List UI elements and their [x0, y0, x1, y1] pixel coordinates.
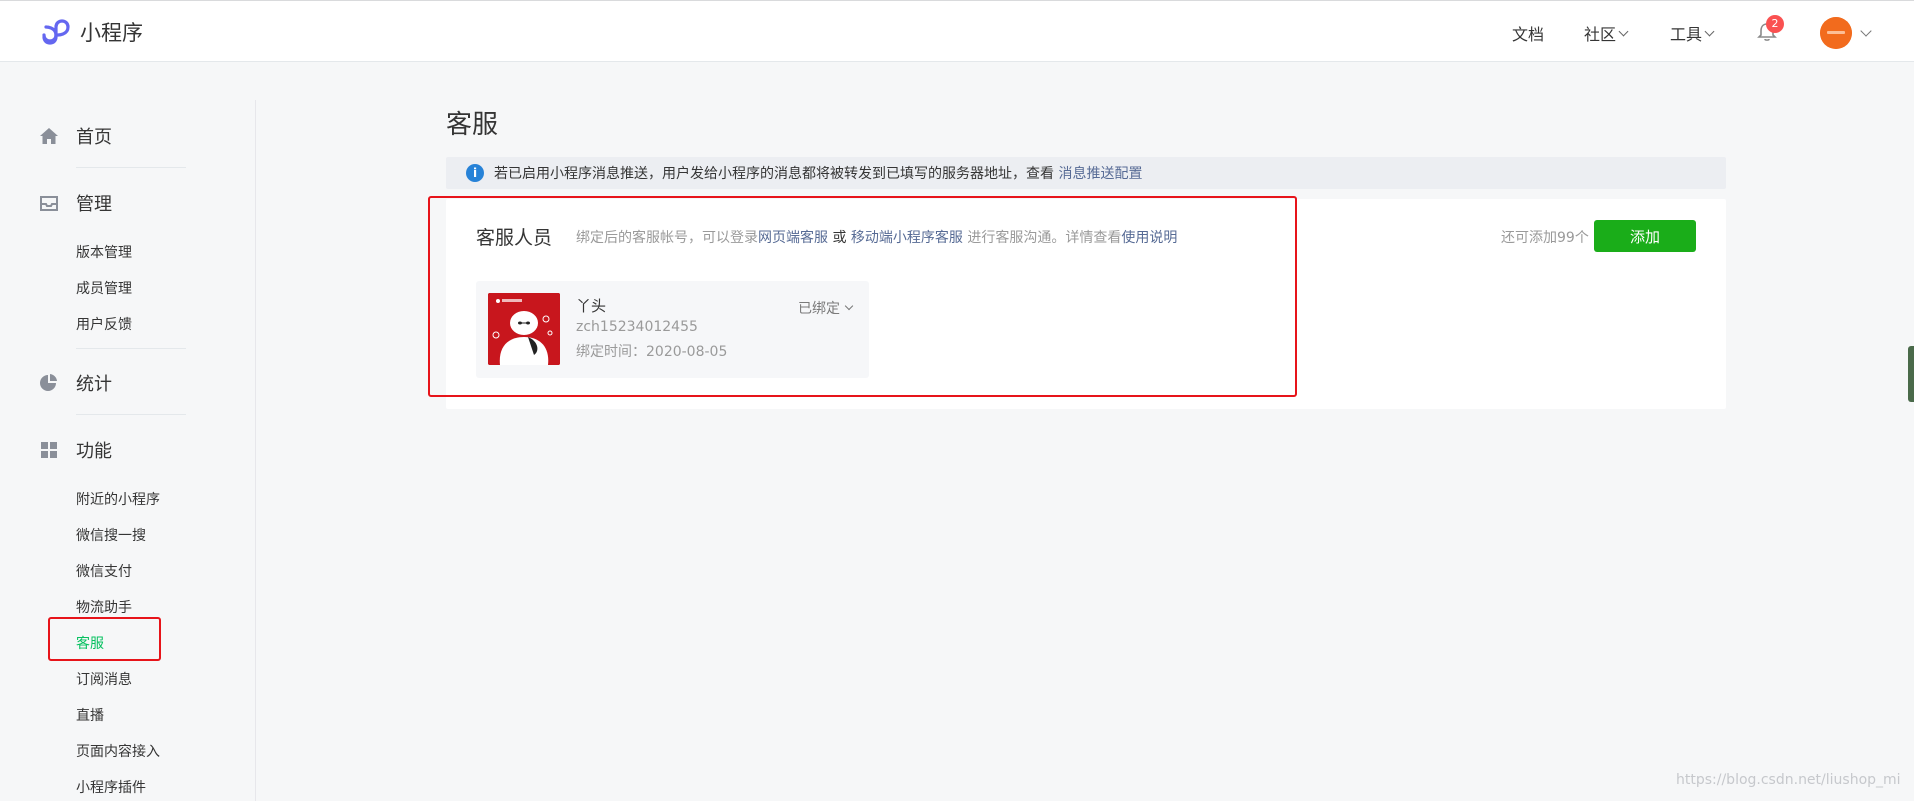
remaining-count: 还可添加99个 [1501, 230, 1589, 246]
sidebar-item-members[interactable]: 成员管理 [76, 278, 132, 298]
watermark: https://blog.csdn.net/liushop_mi [1676, 772, 1901, 788]
logo-text: 小程序 [80, 21, 143, 45]
notice-message: 若已启用小程序消息推送，用户发给小程序的消息都将被转发到已填写的服务器地址，查看 [494, 166, 1059, 182]
sidebar-item-version[interactable]: 版本管理 [76, 242, 132, 262]
nav-community[interactable]: 社区 [1584, 21, 1629, 45]
miniprogram-logo-icon [42, 19, 70, 45]
chevron-down-icon[interactable] [1860, 25, 1872, 37]
sidebar-item-stats[interactable]: 统计 [38, 370, 112, 396]
notice-text: 若已启用小程序消息推送，用户发给小程序的消息都将被转发到已填写的服务器地址，查看… [494, 163, 1142, 183]
nav-docs-label: 文档 [1512, 25, 1545, 44]
notification-badge: 2 [1766, 15, 1784, 33]
nav-community-label: 社区 [1584, 25, 1617, 44]
sidebar-item-live[interactable]: 直播 [76, 705, 104, 725]
sidebar-home-label: 首页 [76, 127, 112, 148]
nav-tools[interactable]: 工具 [1670, 21, 1715, 45]
info-icon: i [466, 164, 484, 182]
chevron-down-icon [1618, 26, 1629, 36]
logo[interactable]: 小程序 [38, 15, 143, 49]
notice-bar: i 若已启用小程序消息推送，用户发给小程序的消息都将被转发到已填写的服务器地址，… [446, 157, 1726, 189]
sidebar-item-subscribe[interactable]: 订阅消息 [76, 669, 132, 689]
sidebar-divider [76, 414, 186, 415]
sidebar-item-search[interactable]: 微信搜一搜 [76, 525, 146, 545]
sidebar-item-pay[interactable]: 微信支付 [76, 561, 132, 581]
page-title: 客服 [446, 110, 499, 140]
avatar[interactable] [1820, 17, 1852, 49]
highlight-box-sidebar [48, 617, 161, 661]
add-button[interactable]: 添加 [1594, 220, 1696, 252]
sidebar-item-logistics[interactable]: 物流助手 [76, 597, 132, 617]
sidebar-item-manage[interactable]: 管理 [38, 190, 112, 216]
inbox-icon [38, 192, 60, 214]
sidebar-divider [76, 348, 186, 349]
grid-icon [38, 439, 60, 461]
sidebar-item-nearby[interactable]: 附近的小程序 [76, 489, 160, 509]
push-config-link[interactable]: 消息推送配置 [1058, 166, 1142, 182]
chevron-down-icon [1704, 26, 1715, 36]
pie-chart-icon [38, 372, 60, 394]
highlight-box-card [428, 196, 1297, 397]
sidebar-item-page-content[interactable]: 页面内容接入 [76, 741, 160, 761]
sidebar-item-home[interactable]: 首页 [38, 123, 112, 149]
side-tab-handle[interactable] [1908, 346, 1914, 402]
sidebar-item-plugins[interactable]: 小程序插件 [76, 777, 146, 797]
sidebar-item-feedback[interactable]: 用户反馈 [76, 314, 132, 334]
avatar-image-icon [1820, 17, 1852, 49]
sidebar-stats-label: 统计 [76, 374, 112, 395]
top-header: 小程序 文档 社区 工具 2 [0, 0, 1914, 62]
nav-docs[interactable]: 文档 [1512, 21, 1544, 45]
sidebar-divider [76, 167, 186, 168]
sidebar-item-features[interactable]: 功能 [38, 437, 112, 463]
sidebar-manage-label: 管理 [76, 194, 112, 215]
sidebar-features-label: 功能 [76, 441, 112, 462]
nav-tools-label: 工具 [1670, 25, 1703, 44]
home-icon [38, 125, 60, 147]
